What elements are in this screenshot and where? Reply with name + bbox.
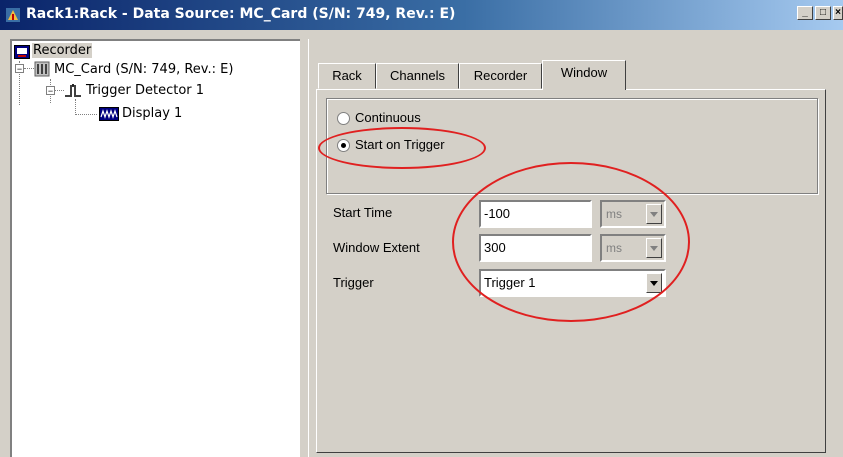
trigger-label: Trigger [333,275,374,290]
tree-item-recorder[interactable]: Recorder [32,43,93,58]
tree-item-display[interactable]: Display 1 [122,106,182,121]
display-icon [99,107,119,121]
tree-pane[interactable]: Recorder − MC_Card (S/N: 749, Rev.: E) −… [10,39,300,457]
tree-item-mc-card[interactable]: MC_Card (S/N: 749, Rev.: E) [54,62,233,77]
recorder-icon [14,45,30,59]
application-window: Rack1:Rack - Data Source: MC_Card (S/N: … [0,0,843,457]
trigger-detector-icon [65,84,81,97]
window-title: Rack1:Rack - Data Source: MC_Card (S/N: … [26,6,456,22]
start-time-unit-select[interactable]: ms [600,200,666,228]
pane-splitter[interactable] [300,39,308,457]
tab-recorder[interactable]: Recorder [459,63,542,89]
continuous-radio[interactable] [337,112,350,125]
tree-connector [75,99,76,115]
chevron-down-icon[interactable] [646,273,662,293]
minimize-button[interactable]: _ [797,6,813,20]
tab-rack[interactable]: Rack [318,63,376,89]
collapse-toggle[interactable]: − [46,86,55,96]
window-extent-label: Window Extent [333,240,420,255]
tree-item-trigger-detector[interactable]: Trigger Detector 1 [86,83,204,98]
tab-window[interactable]: Window [542,60,626,90]
tree-connector [24,68,34,69]
app-icon [6,8,20,22]
maximize-button[interactable]: □ [815,6,831,20]
tree-connector [75,114,97,115]
window-extent-unit-value: ms [606,241,622,255]
start-time-input[interactable]: -100 [479,200,592,228]
window-extent-input[interactable]: 300 [479,234,592,262]
trigger-select-value: Trigger 1 [484,275,536,290]
close-button[interactable]: × [833,6,843,20]
chevron-down-icon [646,204,662,224]
tab-channels[interactable]: Channels [376,63,459,89]
card-icon [34,61,50,77]
start-time-label: Start Time [333,205,393,220]
start-time-unit-value: ms [606,207,622,221]
window-extent-unit-select[interactable]: ms [600,234,666,262]
continuous-label[interactable]: Continuous [355,110,421,125]
chevron-down-icon [646,238,662,258]
start-on-trigger-label[interactable]: Start on Trigger [355,137,445,152]
start-on-trigger-radio[interactable] [337,139,350,152]
tree-connector [55,90,64,91]
collapse-toggle[interactable]: − [15,64,24,74]
title-bar[interactable]: Rack1:Rack - Data Source: MC_Card (S/N: … [0,0,843,30]
trigger-select[interactable]: Trigger 1 [479,269,666,297]
